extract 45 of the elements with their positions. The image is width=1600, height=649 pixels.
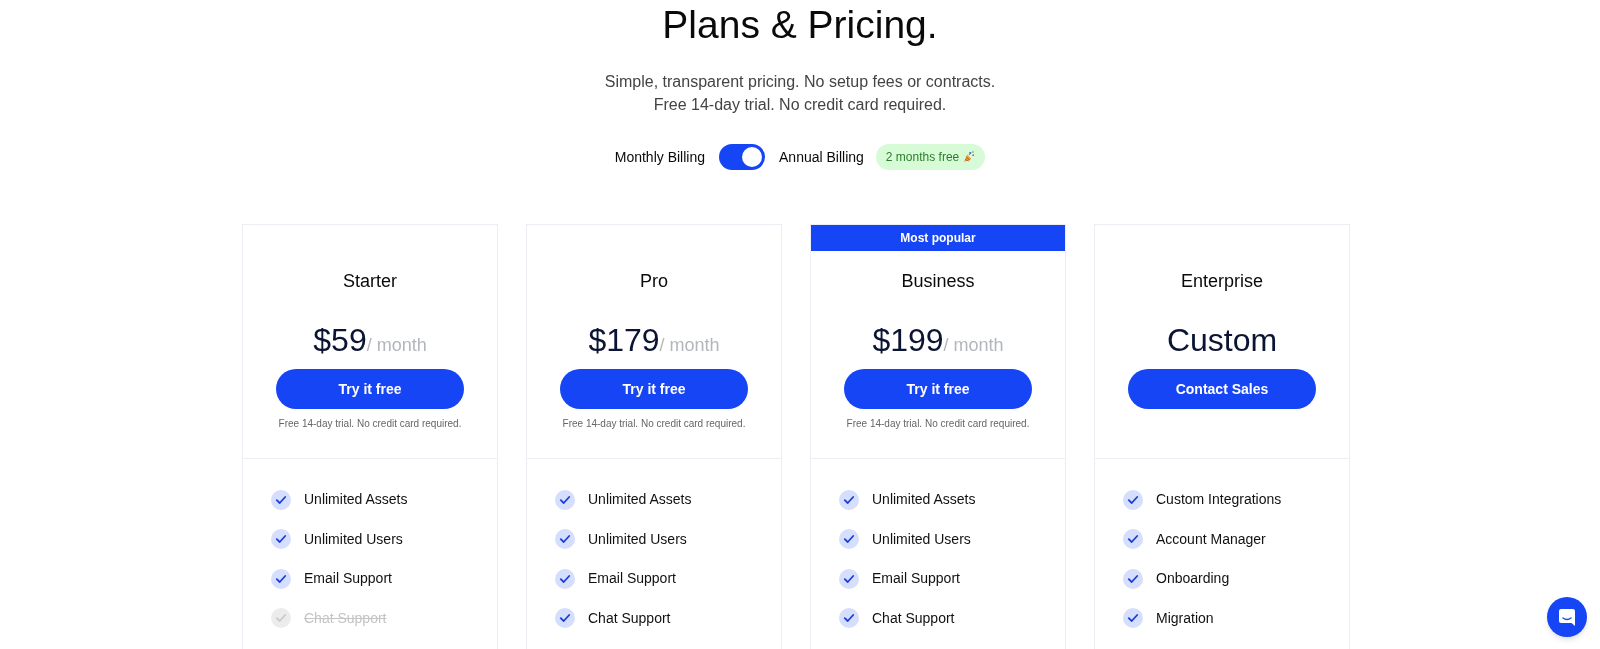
plan-cta-button[interactable]: Try it free	[276, 369, 464, 409]
plan-price: Custom	[1166, 321, 1278, 360]
feature-label: Onboarding	[1156, 569, 1230, 589]
feature-label: Unlimited Assets	[872, 490, 976, 510]
price-period: / month	[366, 335, 427, 357]
feature-label: Unlimited Assets	[304, 490, 408, 510]
discount-badge: 2 months free	[875, 144, 986, 170]
subtitle-text: Simple, transparent pricing. No setup fees or contracts.	[604, 72, 996, 92]
feature-label: Unlimited Users	[304, 529, 403, 549]
chat-icon	[1559, 608, 1575, 626]
trial-note: Free 14-day trial. No credit card required.	[278, 417, 462, 431]
feature-label: Migration	[1156, 608, 1214, 628]
monthly-billing-label: Monthly Billing	[614, 147, 705, 167]
party-popper-icon	[963, 151, 976, 163]
trial-note: Free 14-day trial. No credit card required.	[562, 417, 746, 431]
feature-label: Email Support	[304, 569, 392, 589]
price-period: / month	[659, 335, 720, 357]
plan-cta-button[interactable]: Try it free	[560, 369, 748, 409]
plan-price: $59	[313, 321, 367, 360]
feature-label: Unlimited Assets	[588, 490, 692, 510]
feature-label: Unlimited Users	[588, 529, 687, 549]
price-period: / month	[943, 335, 1004, 357]
annual-billing-label: Annual Billing	[779, 147, 864, 167]
plan-price: $199	[872, 321, 944, 360]
feature-label: Email Support	[872, 569, 960, 589]
feature-label: Unlimited Users	[872, 529, 971, 549]
feature-label: Chat Support	[872, 608, 955, 628]
billing-toggle[interactable]	[719, 144, 765, 170]
plan-name: Pro	[640, 270, 668, 292]
plan-cta-button[interactable]: Contact Sales	[1128, 369, 1316, 409]
trial-note: Free 14-day trial. No credit card required.	[846, 417, 1030, 431]
chat-button[interactable]	[1547, 597, 1587, 637]
feature-label: Email Support	[588, 569, 676, 589]
page-title: Plans & Pricing.	[662, 2, 938, 48]
subtitle-text: Free 14-day trial. No credit card required.	[653, 95, 947, 115]
plan-price: $179	[588, 321, 660, 360]
feature-label: Chat Support	[588, 608, 671, 628]
feature-label: Account Manager	[1156, 529, 1266, 549]
plan-name: Enterprise	[1180, 270, 1263, 292]
plan-name: Starter	[343, 270, 397, 292]
feature-label: Custom Integrations	[1156, 490, 1282, 510]
feature-label: Chat Support	[304, 608, 387, 628]
popular-banner: Most popular	[811, 225, 1065, 251]
plan-cta-button[interactable]: Try it free	[844, 369, 1032, 409]
plan-name: Business	[901, 270, 975, 292]
